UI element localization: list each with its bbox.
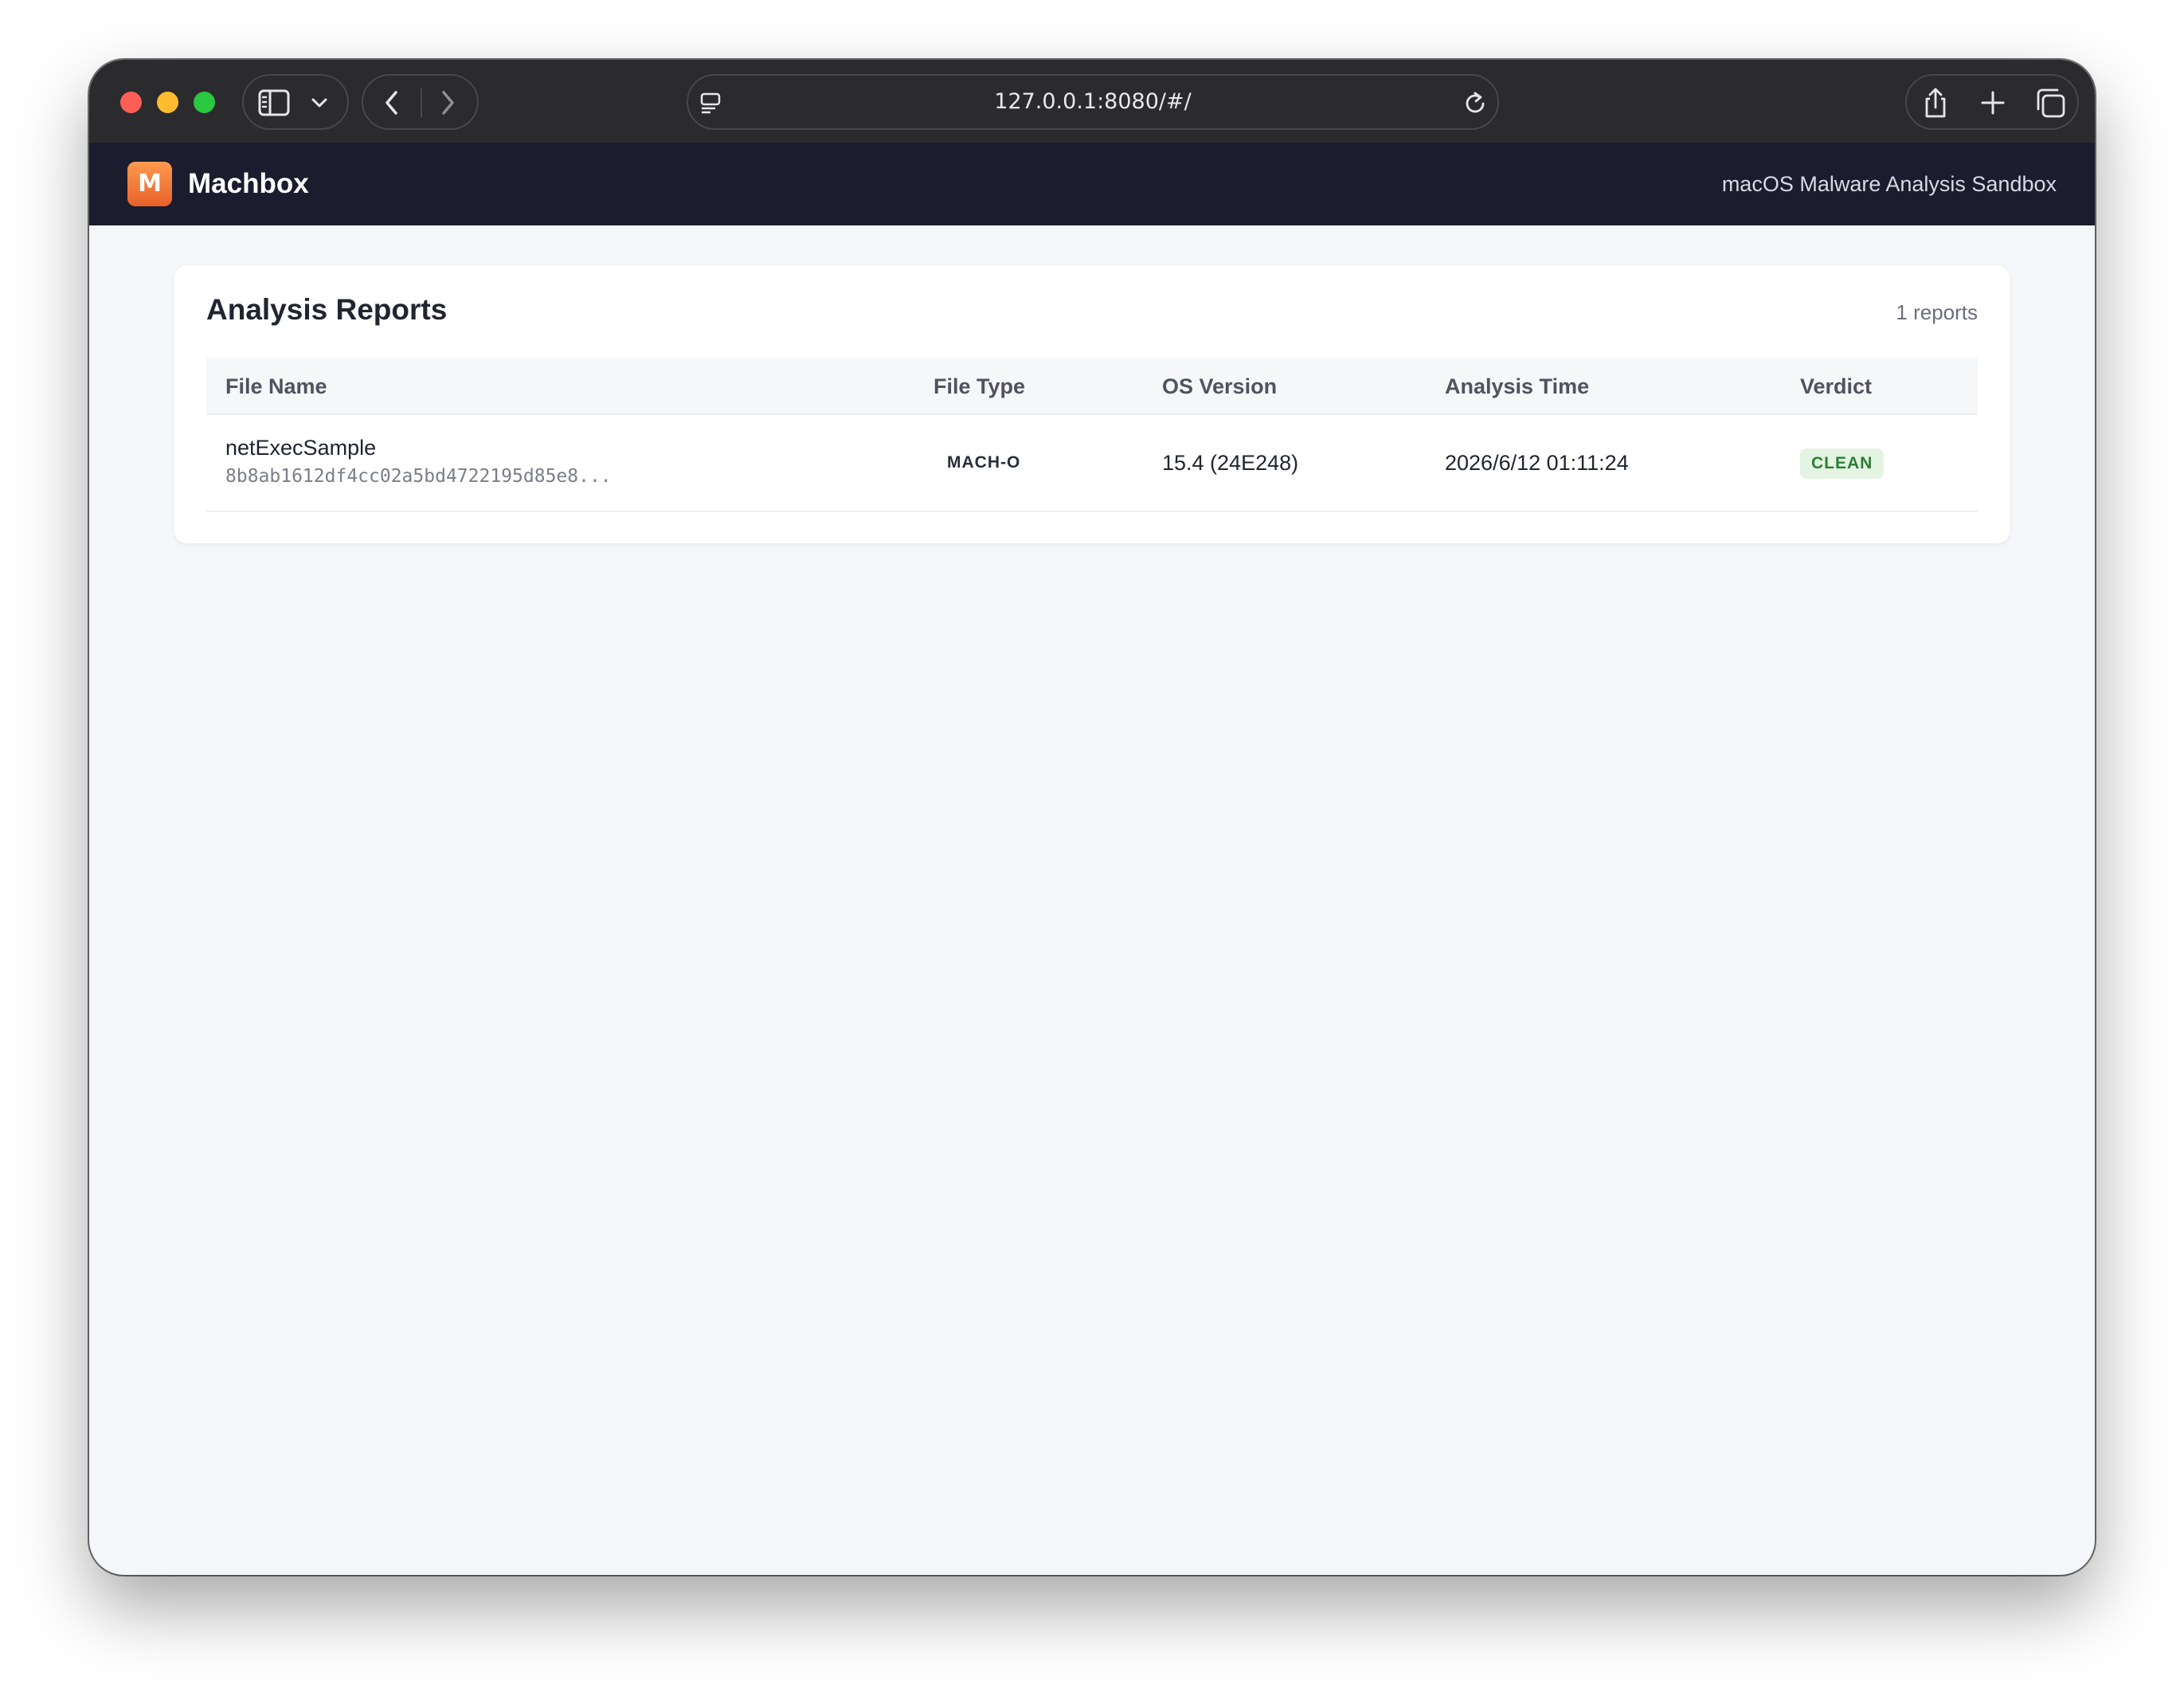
navigation-group	[362, 74, 479, 130]
logo-letter: M	[138, 170, 162, 198]
file-hash: 8b8ab1612df4cc02a5bd4722195d85e8...	[225, 466, 612, 487]
file-name[interactable]: netExecSample	[225, 436, 376, 460]
column-header-file-name: File Name	[225, 374, 327, 398]
os-version: 15.4 (24E248)	[1162, 451, 1299, 475]
toolbar-actions	[1905, 74, 2079, 130]
sidebar-icon[interactable]	[258, 89, 290, 116]
verdict-badge: CLEAN	[1800, 448, 1885, 479]
page-title: Analysis Reports	[206, 293, 448, 326]
minimize-icon[interactable]	[157, 92, 178, 113]
file-type-badge: MACH-O	[947, 453, 1021, 472]
chevron-down-icon[interactable]	[311, 95, 328, 111]
brand-name[interactable]: Machbox	[188, 143, 309, 225]
app-logo[interactable]: M	[127, 162, 172, 206]
share-icon[interactable]	[1921, 86, 1950, 119]
analysis-time: 2026/6/12 01:11:24	[1445, 451, 1629, 475]
browser-window: 127.0.0.1:8080/#/ M Machbox macOS Malwar…	[89, 60, 2095, 1575]
table-header: File Name File Type OS Version Analysis …	[206, 358, 1978, 415]
browser-toolbar: 127.0.0.1:8080/#/	[89, 60, 2095, 143]
report-count: 1 reports	[1896, 300, 1978, 324]
reload-icon[interactable]	[1464, 90, 1488, 116]
new-tab-icon[interactable]	[1980, 90, 2006, 116]
sidebar-toggle-group	[242, 74, 349, 130]
close-icon[interactable]	[120, 92, 142, 113]
app-header: M Machbox macOS Malware Analysis Sandbox	[89, 143, 2095, 225]
column-header-file-type: File Type	[933, 374, 1026, 398]
reports-card: Analysis Reports 1 reports File Name Fil…	[174, 265, 2010, 543]
nav-separator	[421, 88, 422, 117]
tab-overview-icon[interactable]	[2034, 88, 2066, 118]
table-row[interactable]: netExecSample 8b8ab1612df4cc02a5bd472219…	[206, 415, 1978, 512]
column-header-analysis-time: Analysis Time	[1445, 374, 1590, 398]
forward-icon[interactable]	[438, 88, 457, 117]
back-icon[interactable]	[382, 88, 401, 117]
header-subtitle: macOS Malware Analysis Sandbox	[1721, 172, 2057, 196]
zoom-icon[interactable]	[194, 92, 215, 113]
url-text[interactable]: 127.0.0.1:8080/#/	[688, 76, 1497, 128]
column-header-verdict: Verdict	[1800, 374, 1873, 398]
address-bar[interactable]: 127.0.0.1:8080/#/	[687, 74, 1499, 130]
column-header-os-version: OS Version	[1162, 374, 1278, 398]
